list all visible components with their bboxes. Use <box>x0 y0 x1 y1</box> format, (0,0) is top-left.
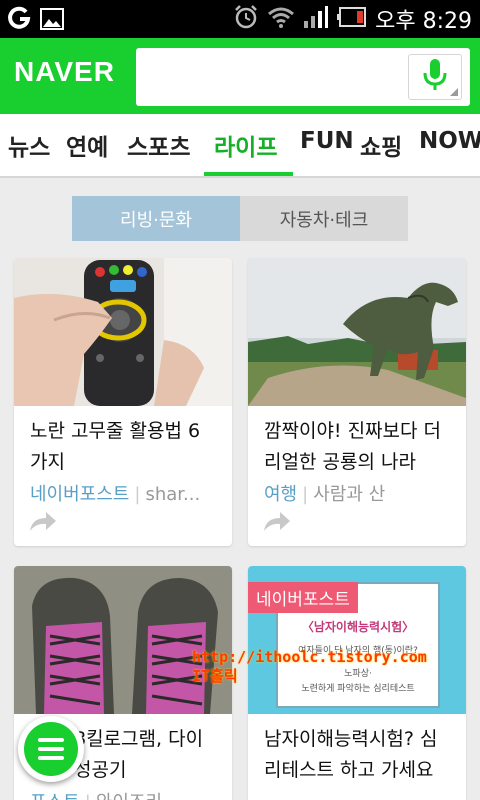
article-title[interactable]: 8킬로그램, 다이 성공기 <box>74 724 220 786</box>
blog-watermark: http://ithoolc.tistory.com IT홀릭 <box>192 648 427 686</box>
meta-divider: | <box>302 484 309 505</box>
tab-now[interactable]: NOW <box>419 128 480 154</box>
article-thumbnail: 〈남자이해능력시험〉 여자들이 단 남자의 행(동)이란? 노파상· 노련하게 … <box>248 566 466 714</box>
microphone-icon <box>423 58 447 96</box>
article-source[interactable]: 네이버포스트 <box>30 484 129 505</box>
article-source[interactable]: 여행 <box>264 484 297 505</box>
battery-icon <box>337 6 367 32</box>
post-badge: 네이버포스트 <box>248 582 358 613</box>
segment-auto-tech[interactable]: 자동차·테크 <box>240 196 408 241</box>
article-meta: 여행 | 사람과 산 <box>264 480 385 506</box>
article-meta: 네이버포스트 | shar... <box>30 480 200 506</box>
tab-life[interactable]: 라이프 <box>214 128 277 162</box>
status-time: 오후 8:29 <box>375 9 472 34</box>
tab-entertainment[interactable]: 연예 <box>66 128 108 162</box>
wifi-icon <box>267 5 295 33</box>
article-title[interactable]: 노란 고무줄 활용법 6 가지 <box>30 416 220 478</box>
test-image-heading: 〈남자이해능력시험〉 <box>301 620 415 634</box>
signal-icon <box>303 5 329 33</box>
app-header: NAVER <box>0 38 480 114</box>
share-icon[interactable] <box>28 510 58 536</box>
category-tabs: 뉴스 연예 스포츠 라이프 FUN 쇼핑 NOW <box>0 114 480 178</box>
article-card[interactable]: 노란 고무줄 활용법 6 가지 네이버포스트 | shar... <box>14 258 232 546</box>
active-tab-indicator <box>204 172 293 176</box>
tab-news[interactable]: 뉴스 <box>8 128 50 162</box>
image-icon <box>40 8 64 34</box>
article-author: shar... <box>145 484 201 505</box>
article-author: 와이즈리 <box>96 792 162 800</box>
tab-fun[interactable]: FUN <box>300 128 354 154</box>
alarm-icon <box>233 4 259 34</box>
menu-fab-button[interactable] <box>18 716 84 782</box>
article-card[interactable]: 깜짝이야! 진짜보다 더 리얼한 공룡의 나라 여행 | 사람과 산 <box>248 258 466 546</box>
search-input[interactable] <box>136 48 470 106</box>
segment-living-culture[interactable]: 리빙·문화 <box>72 196 240 241</box>
article-thumbnail <box>14 258 232 406</box>
hamburger-menu-icon <box>24 722 78 776</box>
naver-logo[interactable]: NAVER <box>14 56 115 88</box>
meta-divider: | <box>85 792 91 800</box>
share-icon[interactable] <box>262 510 292 536</box>
status-bar: 오후 8:29 <box>0 0 480 38</box>
meta-divider: | <box>134 484 141 505</box>
article-thumbnail <box>248 258 466 406</box>
corner-triangle-icon <box>450 88 458 96</box>
sub-category-toggle: 리빙·문화 자동차·테크 <box>72 196 408 241</box>
tab-sports[interactable]: 스포츠 <box>127 128 190 162</box>
voice-search-button[interactable] <box>408 54 462 100</box>
article-title[interactable]: 깜짝이야! 진짜보다 더 리얼한 공룡의 나라 <box>264 416 454 478</box>
watermark-label: IT홀릭 <box>192 667 238 685</box>
article-source[interactable]: 포스트 <box>30 792 80 800</box>
article-title[interactable]: 남자이해능력시험? 심리테스트 하고 가세요 <box>264 724 454 786</box>
article-author: 사람과 산 <box>313 484 386 505</box>
tab-shopping[interactable]: 쇼핑 <box>360 128 402 162</box>
article-meta: 포스트 | 와이즈리 <box>30 788 162 800</box>
watermark-url: http://ithoolc.tistory.com <box>192 648 427 666</box>
article-thumbnail <box>14 566 232 714</box>
notification-o-icon <box>6 6 32 36</box>
